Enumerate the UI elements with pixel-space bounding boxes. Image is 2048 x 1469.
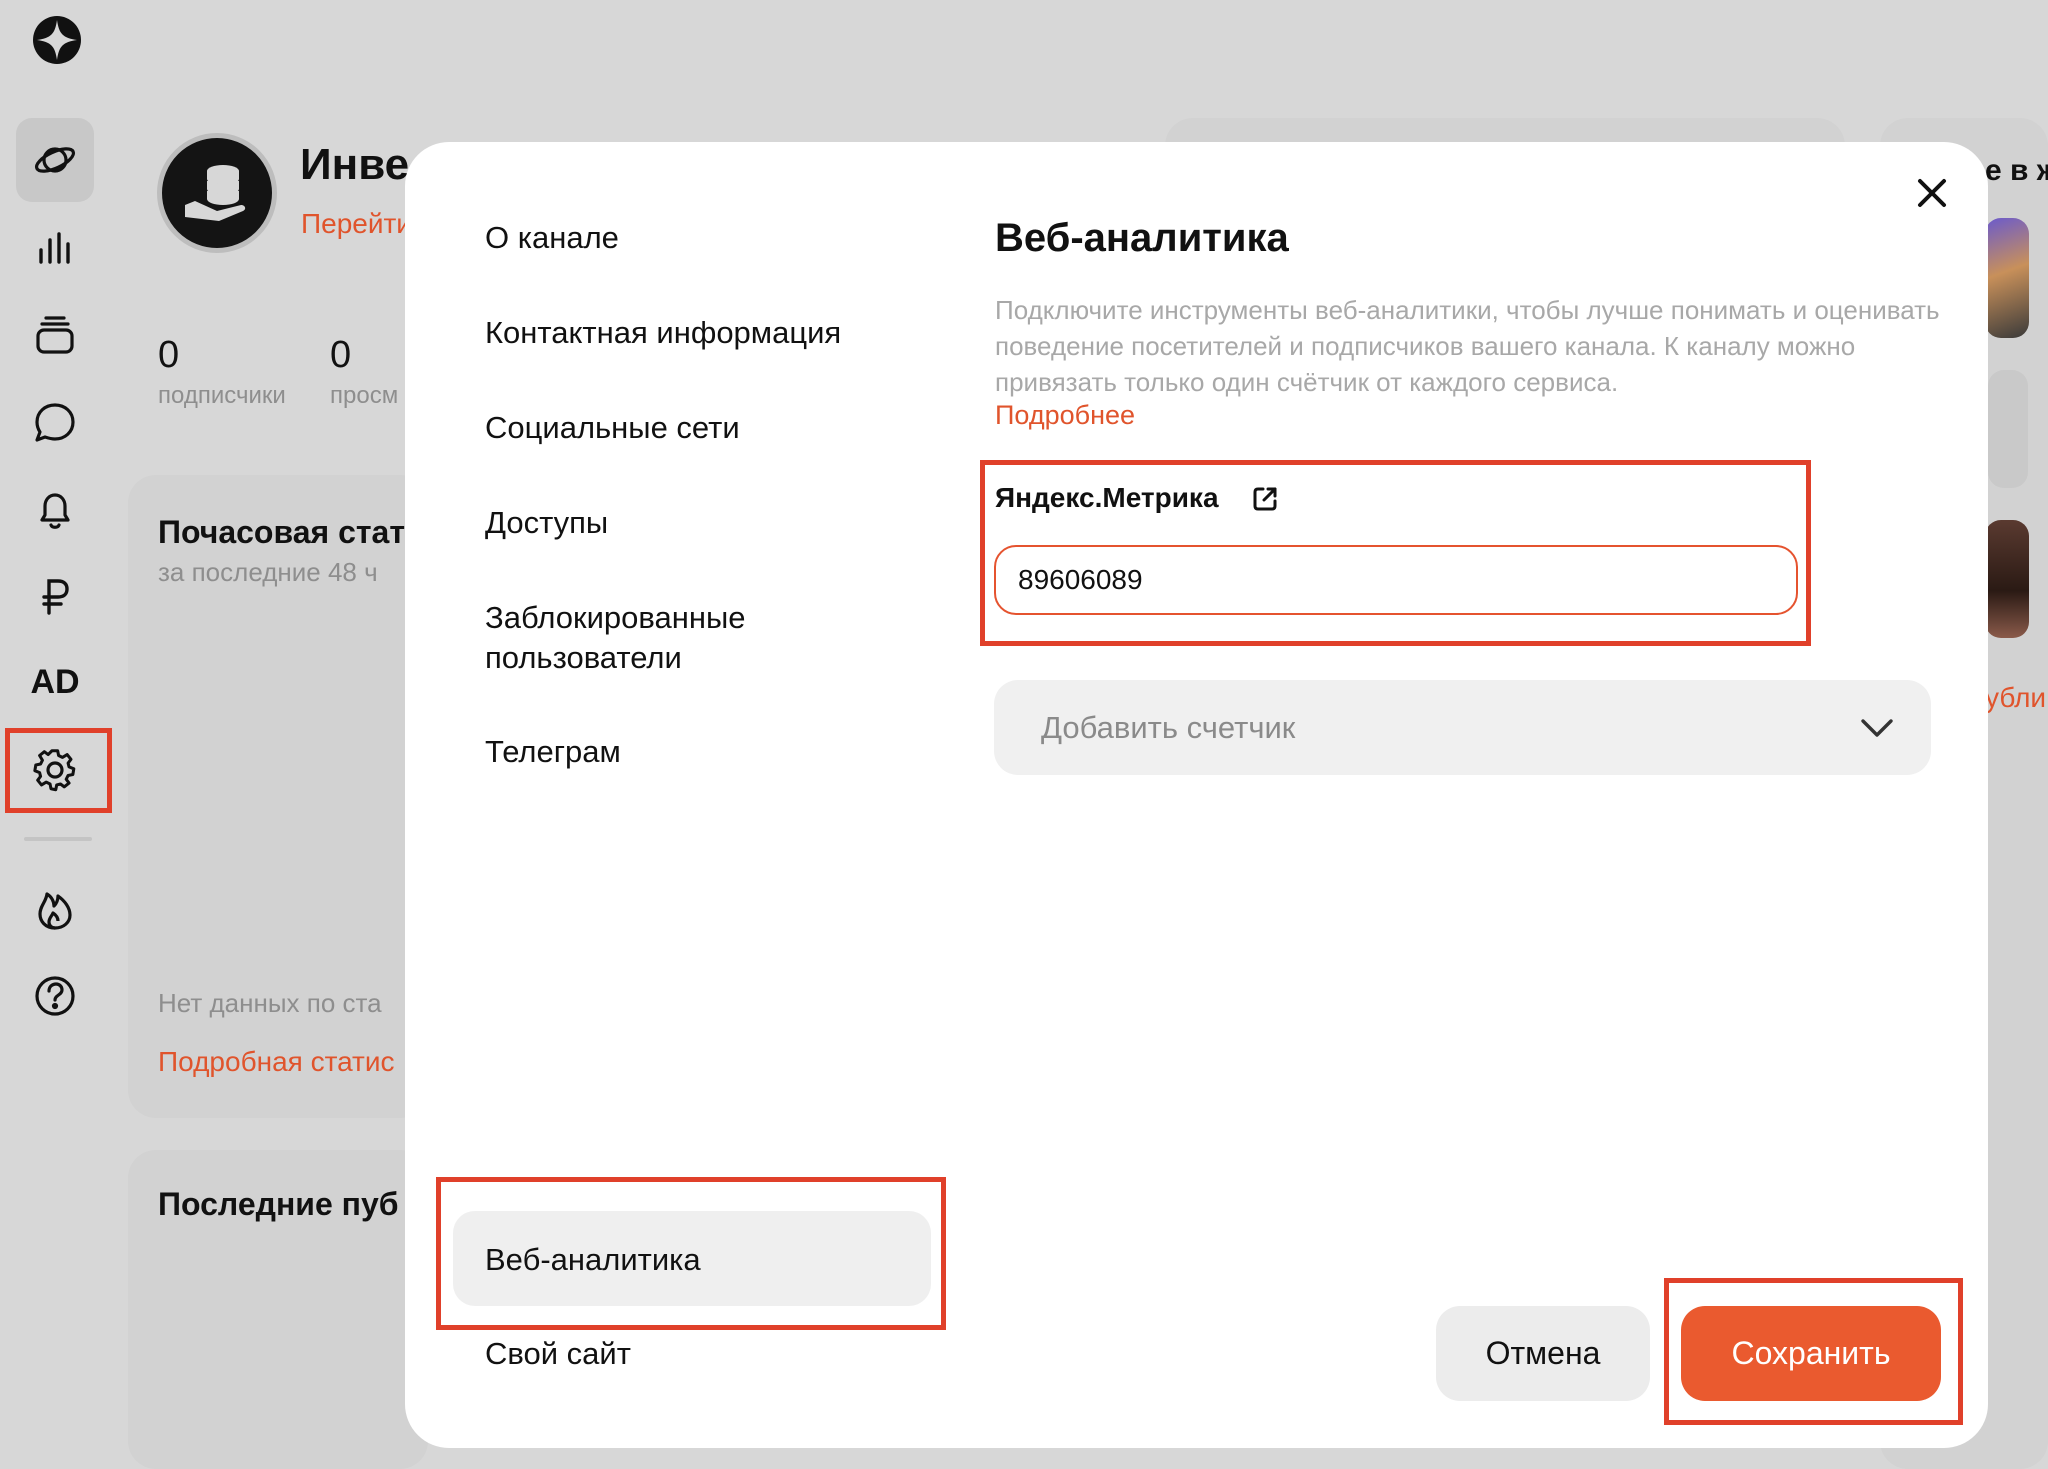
ruble-icon — [42, 579, 69, 615]
menu-item-telegram[interactable]: Телеграм — [485, 732, 621, 772]
nav-publications[interactable] — [16, 293, 94, 377]
latest-publications-title: Последние пуб — [158, 1186, 399, 1222]
bar-chart-icon — [39, 232, 70, 264]
nav-feed-planet[interactable] — [16, 118, 94, 202]
nav-comments[interactable] — [16, 381, 94, 465]
nav-ads[interactable]: AD — [16, 640, 94, 724]
cancel-button[interactable]: Отмена — [1436, 1306, 1650, 1401]
menu-item-access[interactable]: Доступы — [485, 503, 608, 543]
menu-item-own-site[interactable]: Свой сайт — [485, 1334, 631, 1374]
chevron-down-icon — [1861, 719, 1893, 737]
views-count: 0 — [330, 334, 352, 376]
app-logo[interactable] — [31, 14, 83, 66]
menu-item-contacts[interactable]: Контактная информация — [485, 313, 841, 353]
nav-statistics[interactable] — [16, 205, 94, 289]
channel-go-link[interactable]: Перейти — [301, 208, 412, 240]
right-panel-link[interactable]: убли — [1985, 682, 2046, 714]
modal-description: Подключите инструменты веб-аналитики, чт… — [995, 295, 1940, 397]
more-info-link[interactable]: Подробнее — [995, 400, 1135, 431]
flame-icon — [38, 892, 72, 930]
settings-highlight — [5, 728, 112, 813]
add-counter-label: Добавить счетчик — [1041, 710, 1296, 745]
hourly-stats-title: Почасовая стат — [158, 514, 406, 550]
views-label: просм — [330, 382, 399, 409]
nav-notifications[interactable] — [16, 468, 94, 552]
nav-trending[interactable] — [16, 867, 94, 951]
bell-icon — [40, 493, 70, 529]
menu-item-social[interactable]: Социальные сети — [485, 408, 740, 448]
channel-name: Инве — [300, 140, 410, 189]
question-circle-icon — [35, 976, 75, 1016]
chat-bubble-icon — [35, 403, 75, 442]
menu-item-about[interactable]: О канале — [485, 218, 619, 258]
coins-hand-icon — [185, 165, 246, 221]
subscribers-count: 0 — [158, 334, 180, 376]
subscribers-label: подписчики — [158, 382, 286, 409]
nav-divider — [24, 837, 92, 841]
detailed-stats-link[interactable]: Подробная статис — [158, 1046, 395, 1078]
right-panel-title: е в ж — [1985, 154, 2048, 187]
hourly-stats-subtitle: за последние 48 ч — [158, 557, 378, 587]
planet-icon — [34, 147, 76, 173]
nav-help[interactable] — [16, 954, 94, 1038]
channel-avatar — [157, 133, 277, 253]
menu-item-blocked-users[interactable]: Заблокированные пользователи — [485, 598, 825, 678]
nav-monetization[interactable] — [16, 554, 94, 638]
feed-thumbnail[interactable] — [1985, 520, 2029, 638]
web-analytics-highlight — [436, 1177, 946, 1330]
save-button-highlight — [1664, 1278, 1963, 1425]
close-icon[interactable] — [1913, 174, 1951, 212]
ad-icon: AD — [30, 662, 80, 701]
add-counter-dropdown[interactable]: Добавить счетчик — [994, 680, 1931, 775]
modal-title: Веб-аналитика — [995, 216, 1289, 260]
feed-thumbnail[interactable] — [1985, 218, 2029, 338]
stack-icon — [36, 316, 74, 354]
hourly-stats-empty: Нет данных по ста — [158, 988, 382, 1018]
feed-thumbnail[interactable] — [1988, 370, 2028, 488]
metrika-field-highlight — [980, 460, 1811, 646]
